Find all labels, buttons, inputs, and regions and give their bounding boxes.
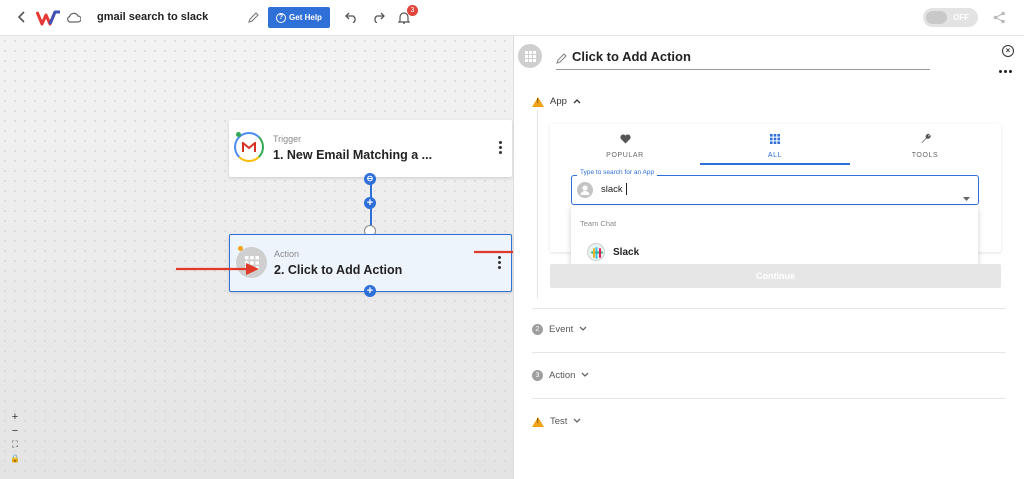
lock-button[interactable]: 🔒 — [8, 454, 22, 463]
get-help-button[interactable]: ? Get Help — [268, 7, 330, 28]
workflow-name[interactable]: gmail search to slack — [97, 11, 208, 23]
notification-badge: 3 — [407, 5, 418, 16]
action-subtitle: Action — [274, 249, 300, 259]
section-action-label: Action — [549, 370, 576, 381]
redo-icon[interactable] — [371, 11, 385, 24]
workflow-toggle[interactable]: OFF — [923, 8, 978, 27]
tab-all-label: ALL — [767, 152, 783, 159]
trigger-more-icon[interactable] — [498, 141, 502, 154]
connector-handle-icon[interactable]: ⊖ — [364, 173, 376, 185]
dropdown-overlay — [571, 206, 978, 272]
tab-popular-label: POPULAR — [606, 152, 644, 159]
section-event-header[interactable]: 2 Event — [532, 324, 587, 335]
step-config-panel: Click to Add Action × App POPULAR ALL TO… — [513, 36, 1024, 479]
add-step-button[interactable]: + — [364, 197, 376, 209]
toggle-knob — [926, 11, 947, 24]
action-step-card[interactable]: Action 2. Click to Add Action — [229, 234, 512, 292]
warning-icon — [532, 416, 544, 427]
warning-dot-icon — [238, 246, 243, 251]
cloud-icon — [65, 10, 81, 24]
edit-pencil-icon[interactable] — [247, 11, 260, 24]
heart-icon — [550, 131, 700, 149]
dropdown-arrow-icon[interactable] — [963, 188, 970, 206]
top-bar: gmail search to slack ? Get Help 3 OFF — [0, 0, 1024, 36]
chevron-up-icon — [573, 96, 581, 107]
section-test-label: Test — [550, 416, 568, 427]
panel-more-icon[interactable] — [999, 70, 1012, 73]
workflow-canvas[interactable]: Trigger 1. New Email Matching a ... ⊖ + … — [0, 36, 576, 479]
chevron-down-icon — [579, 324, 587, 335]
section-app-header[interactable]: App — [532, 96, 581, 107]
continue-label: Continue — [756, 271, 795, 281]
fit-view-button[interactable]: ⛶ — [8, 439, 22, 450]
divider — [532, 398, 1006, 399]
tab-popular[interactable]: POPULAR — [550, 131, 700, 159]
section-rail — [537, 110, 538, 298]
action-title: 2. Click to Add Action — [274, 263, 403, 277]
chevron-down-icon — [581, 370, 589, 381]
chevron-down-icon — [573, 416, 581, 427]
wrench-icon — [850, 131, 1000, 149]
status-dot-icon — [236, 132, 241, 137]
app-search-floating-label: Type to search for an App — [577, 169, 658, 176]
app-search-input[interactable]: slack — [601, 184, 623, 195]
step-number-badge: 2 — [532, 324, 543, 335]
toggle-label: OFF — [953, 13, 969, 22]
undo-icon[interactable] — [344, 11, 358, 24]
add-step-below-button[interactable]: + — [364, 285, 376, 297]
trigger-step-card[interactable]: Trigger 1. New Email Matching a ... — [229, 120, 512, 177]
text-caret — [626, 183, 627, 195]
section-test-header[interactable]: Test — [532, 416, 581, 427]
tab-tools[interactable]: TOOLS — [850, 131, 1000, 159]
zoom-out-button[interactable]: − — [8, 425, 22, 437]
back-chevron-icon[interactable] — [15, 9, 29, 25]
panel-app-placeholder-icon — [518, 44, 542, 68]
zoom-in-button[interactable]: + — [8, 411, 22, 423]
trigger-subtitle: Trigger — [273, 134, 302, 144]
panel-title[interactable]: Click to Add Action — [572, 49, 691, 64]
section-event-label: Event — [549, 324, 574, 335]
divider — [532, 352, 1006, 353]
title-edit-pencil-icon[interactable] — [556, 51, 567, 64]
share-icon[interactable] — [992, 10, 1007, 25]
divider — [532, 308, 1006, 309]
help-circle-icon: ? — [276, 12, 287, 23]
tab-tools-label: TOOLS — [911, 152, 939, 159]
tab-all[interactable]: ALL — [700, 131, 850, 159]
section-action-header[interactable]: 3 Action — [532, 370, 589, 381]
get-help-label: Get Help — [289, 13, 322, 22]
warning-icon — [532, 96, 544, 107]
app-search-field[interactable] — [571, 175, 979, 205]
grid-icon — [700, 131, 850, 149]
search-avatar-icon — [577, 182, 593, 198]
app-logo-icon — [36, 9, 62, 26]
step-number-badge: 3 — [532, 370, 543, 381]
section-app-label: App — [550, 96, 567, 107]
trigger-title: 1. New Email Matching a ... — [273, 148, 433, 162]
annotation-arrow-left — [176, 262, 260, 276]
tab-active-indicator — [700, 163, 850, 165]
title-underline — [556, 69, 930, 70]
close-icon[interactable]: × — [1002, 45, 1014, 57]
